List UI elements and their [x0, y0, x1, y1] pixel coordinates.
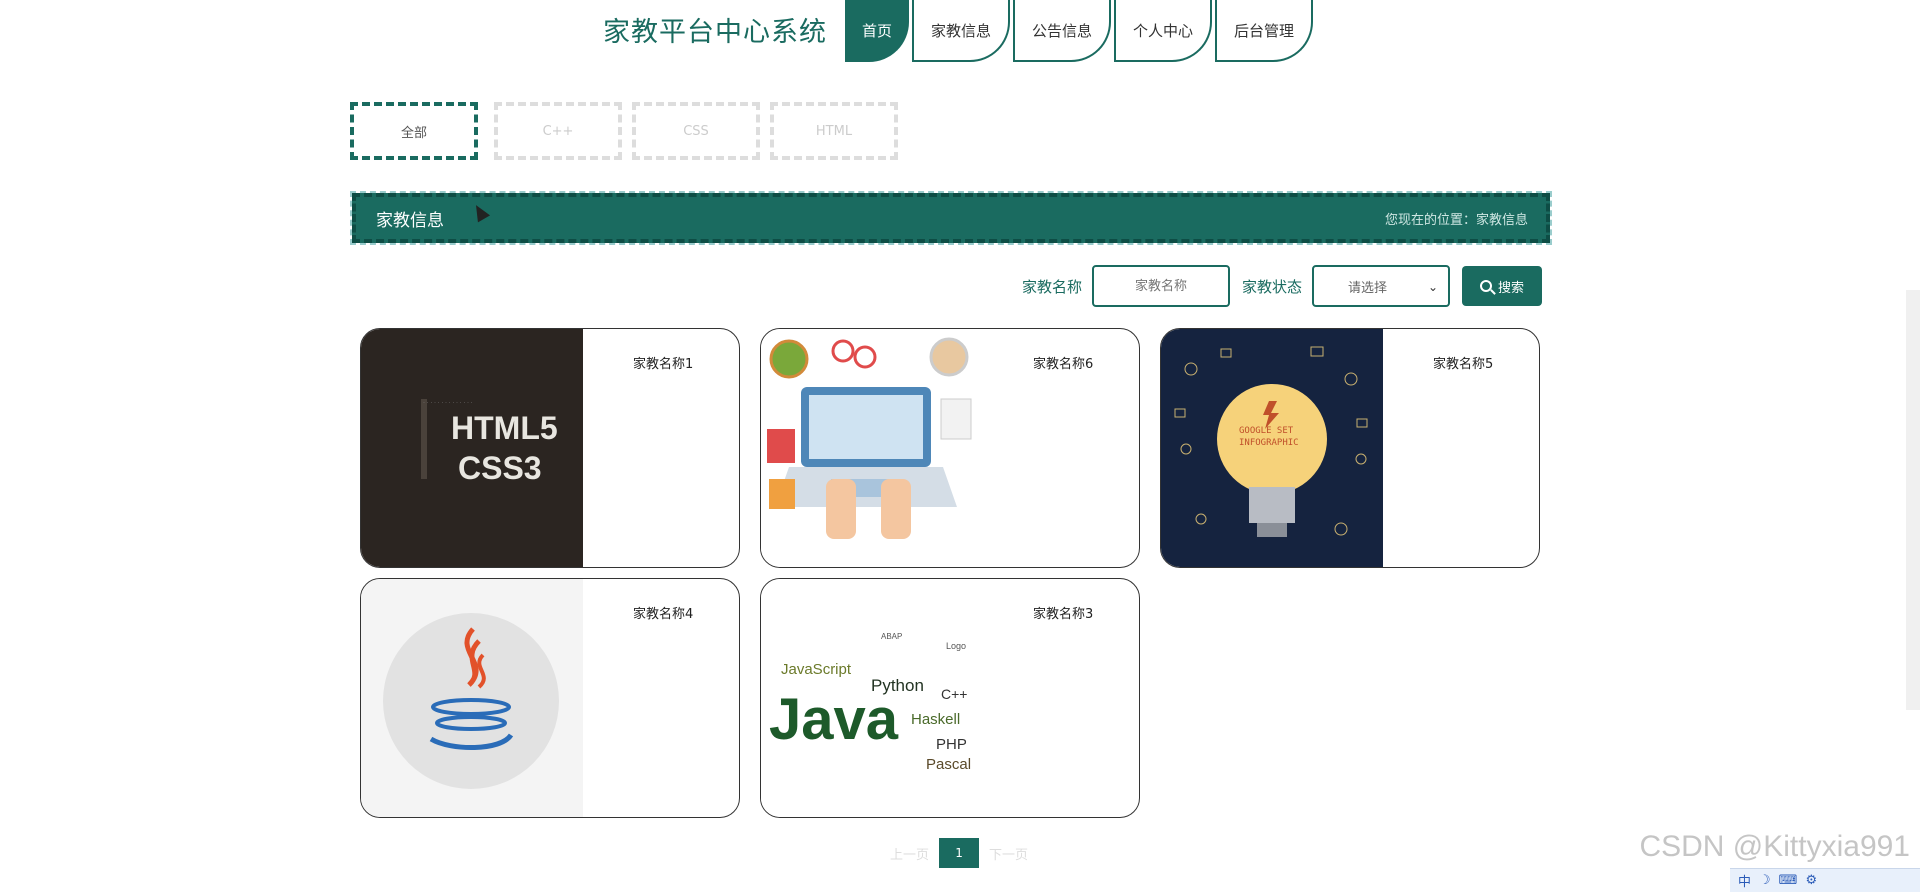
search-button[interactable]: 搜索: [1462, 266, 1542, 306]
site-title: 家教平台中心系统: [603, 17, 827, 48]
tutor-card[interactable]: HTML5 CSS3 · · · · · · · · · · · · · · 家…: [360, 328, 740, 568]
card-image-html-css: HTML5 CSS3 · · · · · · · · · · · · · ·: [361, 329, 583, 567]
svg-text:GOOGLE SET: GOOGLE SET: [1239, 426, 1294, 436]
scrollbar[interactable]: [1906, 290, 1920, 710]
nav-announcements[interactable]: 公告信息: [1013, 0, 1111, 62]
svg-text:HTML5: HTML5: [451, 410, 558, 446]
system-tray: 中 ☽ ⌨ ⚙: [1730, 868, 1920, 892]
svg-text:Java: Java: [769, 687, 899, 752]
section-header: 家教信息 您现在的位置：家教信息: [350, 191, 1552, 245]
svg-text:JavaScript: JavaScript: [781, 661, 852, 678]
card-image-laptop: [761, 329, 983, 567]
card-title: 家教名称5: [1433, 357, 1494, 372]
category-css[interactable]: CSS: [632, 102, 760, 160]
main-nav: 首页 家教信息 公告信息 个人中心 后台管理: [845, 0, 1316, 62]
card-image-word-cloud: JavaScript Python Java Haskell C++ PHP P…: [761, 579, 983, 817]
card-image-java-logo: [361, 579, 583, 817]
ime-icon[interactable]: 中: [1738, 871, 1751, 890]
name-label: 家教名称: [1021, 277, 1082, 296]
nav-admin[interactable]: 后台管理: [1215, 0, 1313, 62]
prev-page-link[interactable]: 上一页: [890, 844, 929, 863]
card-title: 家教名称3: [1033, 607, 1094, 622]
card-image-lightbulb: GOOGLE SET INFOGRAPHIC: [1161, 329, 1383, 567]
tutor-card[interactable]: GOOGLE SET INFOGRAPHIC 家教名称5: [1160, 328, 1540, 568]
section-title: 家教信息: [376, 210, 444, 231]
svg-text:C++: C++: [941, 686, 967, 702]
nav-tutor-info[interactable]: 家教信息: [912, 0, 1010, 62]
card-title: 家教名称1: [633, 357, 694, 372]
svg-text:INFOGRAPHIC: INFOGRAPHIC: [1239, 438, 1299, 448]
search-button-label: 搜索: [1497, 280, 1524, 296]
tutor-card[interactable]: 家教名称6: [760, 328, 1140, 568]
category-html[interactable]: HTML: [770, 102, 898, 160]
moon-icon[interactable]: ☽: [1759, 873, 1771, 888]
status-select[interactable]: 请选择 ⌄: [1312, 265, 1450, 307]
category-all[interactable]: 全部: [350, 102, 478, 160]
search-form: 家教名称 家教状态 请选择 ⌄ 搜索: [1010, 265, 1542, 307]
status-label: 家教状态: [1241, 277, 1302, 296]
breadcrumb: 您现在的位置：家教信息: [1384, 212, 1528, 228]
search-icon: [1479, 280, 1492, 292]
card-title: 家教名称4: [633, 607, 694, 622]
tutor-card[interactable]: 家教名称4: [360, 578, 740, 818]
card-title: 家教名称6: [1033, 357, 1094, 372]
category-cpp[interactable]: C++: [494, 102, 622, 160]
svg-text:Haskell: Haskell: [911, 711, 960, 728]
svg-text:PHP: PHP: [936, 736, 967, 753]
next-page-link[interactable]: 下一页: [989, 844, 1028, 863]
status-select-value: 请选择: [1348, 280, 1388, 296]
pagination: 上一页 1 下一页: [880, 838, 1038, 868]
chevron-down-icon: ⌄: [1427, 280, 1438, 294]
keyboard-icon[interactable]: ⌨: [1779, 873, 1798, 888]
svg-text:· · · · · · · · · · · · · ·: · · · · · · · · · · · · · ·: [423, 400, 473, 406]
svg-text:Logo: Logo: [946, 641, 966, 651]
category-tabs: 全部 C++ CSS HTML: [350, 102, 908, 160]
svg-text:ABAP: ABAP: [881, 632, 902, 641]
tutor-card[interactable]: JavaScript Python Java Haskell C++ PHP P…: [760, 578, 1140, 818]
nav-home[interactable]: 首页: [845, 0, 909, 62]
settings-icon[interactable]: ⚙: [1805, 873, 1817, 888]
svg-text:CSS3: CSS3: [458, 450, 542, 486]
svg-text:Pascal: Pascal: [926, 756, 971, 773]
page-number-current[interactable]: 1: [939, 838, 980, 868]
nav-personal-center[interactable]: 个人中心: [1114, 0, 1212, 62]
name-search-input[interactable]: [1091, 265, 1230, 307]
watermark: CSDN @Kittyxia991: [1639, 830, 1910, 863]
